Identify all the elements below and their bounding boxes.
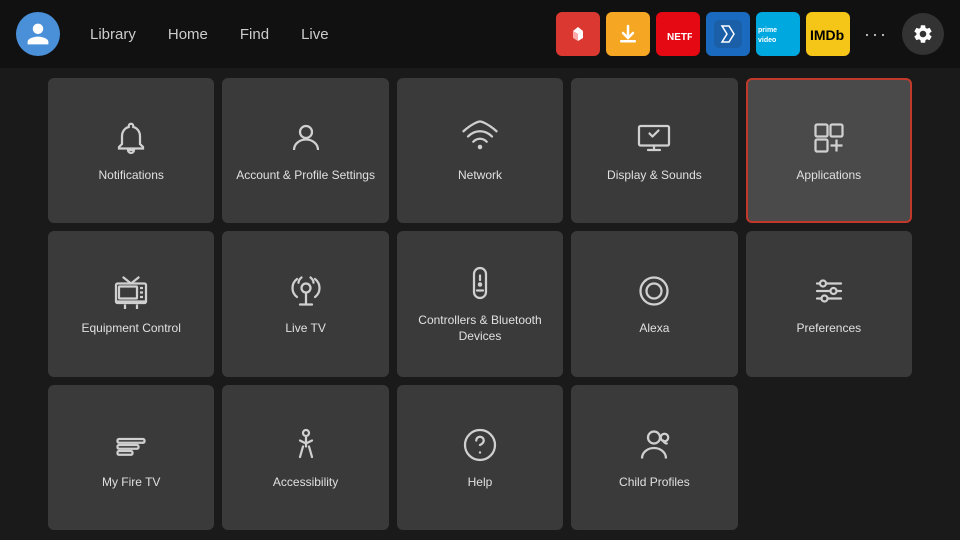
grid-item-notifications[interactable]: Notifications	[48, 78, 214, 223]
svg-text:IMDb: IMDb	[810, 27, 844, 43]
nav-home[interactable]: Home	[154, 20, 222, 49]
preferences-label: Preferences	[796, 321, 861, 337]
nav-find[interactable]: Find	[226, 20, 283, 49]
app-downloader[interactable]	[606, 12, 650, 56]
tv-icon	[111, 271, 151, 311]
child-icon	[634, 425, 674, 465]
my-fire-tv-label: My Fire TV	[102, 475, 160, 491]
grid-item-preferences[interactable]: Preferences	[746, 231, 912, 376]
settings-button[interactable]	[902, 13, 944, 55]
app-icons: NETFLIX prime video IMDb	[556, 12, 850, 56]
nav-live[interactable]: Live	[287, 20, 343, 49]
accessibility-icon	[286, 425, 326, 465]
controllers-bluetooth-label: Controllers & Bluetooth Devices	[407, 313, 553, 344]
help-icon	[460, 425, 500, 465]
account-profile-label: Account & Profile Settings	[236, 168, 375, 184]
equipment-control-label: Equipment Control	[82, 321, 181, 337]
grid-item-accessibility[interactable]: Accessibility	[222, 385, 388, 530]
grid-item-child-profiles[interactable]: Child Profiles	[571, 385, 737, 530]
display-sounds-label: Display & Sounds	[607, 168, 702, 184]
more-button[interactable]: ···	[858, 16, 894, 52]
grid-item-equipment-control[interactable]: Equipment Control	[48, 231, 214, 376]
app-imdb[interactable]: IMDb	[806, 12, 850, 56]
grid-item-account-profile[interactable]: Account & Profile Settings	[222, 78, 388, 223]
help-label: Help	[468, 475, 493, 491]
nav-links: Library Home Find Live	[76, 20, 343, 49]
live-tv-label: Live TV	[285, 321, 325, 337]
firetv-icon	[111, 425, 151, 465]
network-label: Network	[458, 168, 502, 184]
alexa-icon	[634, 271, 674, 311]
settings-grid: Notifications Account & Profile Settings…	[0, 68, 960, 540]
grid-item-live-tv[interactable]: Live TV	[222, 231, 388, 376]
grid-item-help[interactable]: Help	[397, 385, 563, 530]
applications-label: Applications	[796, 168, 861, 184]
remote-icon	[460, 263, 500, 303]
notifications-label: Notifications	[99, 168, 164, 184]
app-primevideo[interactable]: prime video	[756, 12, 800, 56]
top-nav: Library Home Find Live NETFLIX	[0, 0, 960, 68]
svg-text:video: video	[758, 37, 776, 44]
app-netflix[interactable]: NETFLIX	[656, 12, 700, 56]
app-expressvpn[interactable]	[556, 12, 600, 56]
grid-item-controllers-bluetooth[interactable]: Controllers & Bluetooth Devices	[397, 231, 563, 376]
grid-item-display-sounds[interactable]: Display & Sounds	[571, 78, 737, 223]
apps-icon	[809, 118, 849, 158]
display-icon	[634, 118, 674, 158]
bell-icon	[111, 118, 151, 158]
svg-text:prime: prime	[758, 27, 777, 34]
grid-item-applications[interactable]: Applications	[746, 78, 912, 223]
person-icon	[286, 118, 326, 158]
sliders-icon	[809, 271, 849, 311]
nav-library[interactable]: Library	[76, 20, 150, 49]
grid-item-network[interactable]: Network	[397, 78, 563, 223]
alexa-label: Alexa	[639, 321, 669, 337]
grid-item-my-fire-tv[interactable]: My Fire TV	[48, 385, 214, 530]
child-profiles-label: Child Profiles	[619, 475, 690, 491]
antenna-icon	[286, 271, 326, 311]
svg-text:NETFLIX: NETFLIX	[667, 32, 692, 43]
wifi-icon	[460, 118, 500, 158]
app-fractured[interactable]	[706, 12, 750, 56]
avatar[interactable]	[16, 12, 60, 56]
grid-item-alexa[interactable]: Alexa	[571, 231, 737, 376]
accessibility-label: Accessibility	[273, 475, 338, 491]
